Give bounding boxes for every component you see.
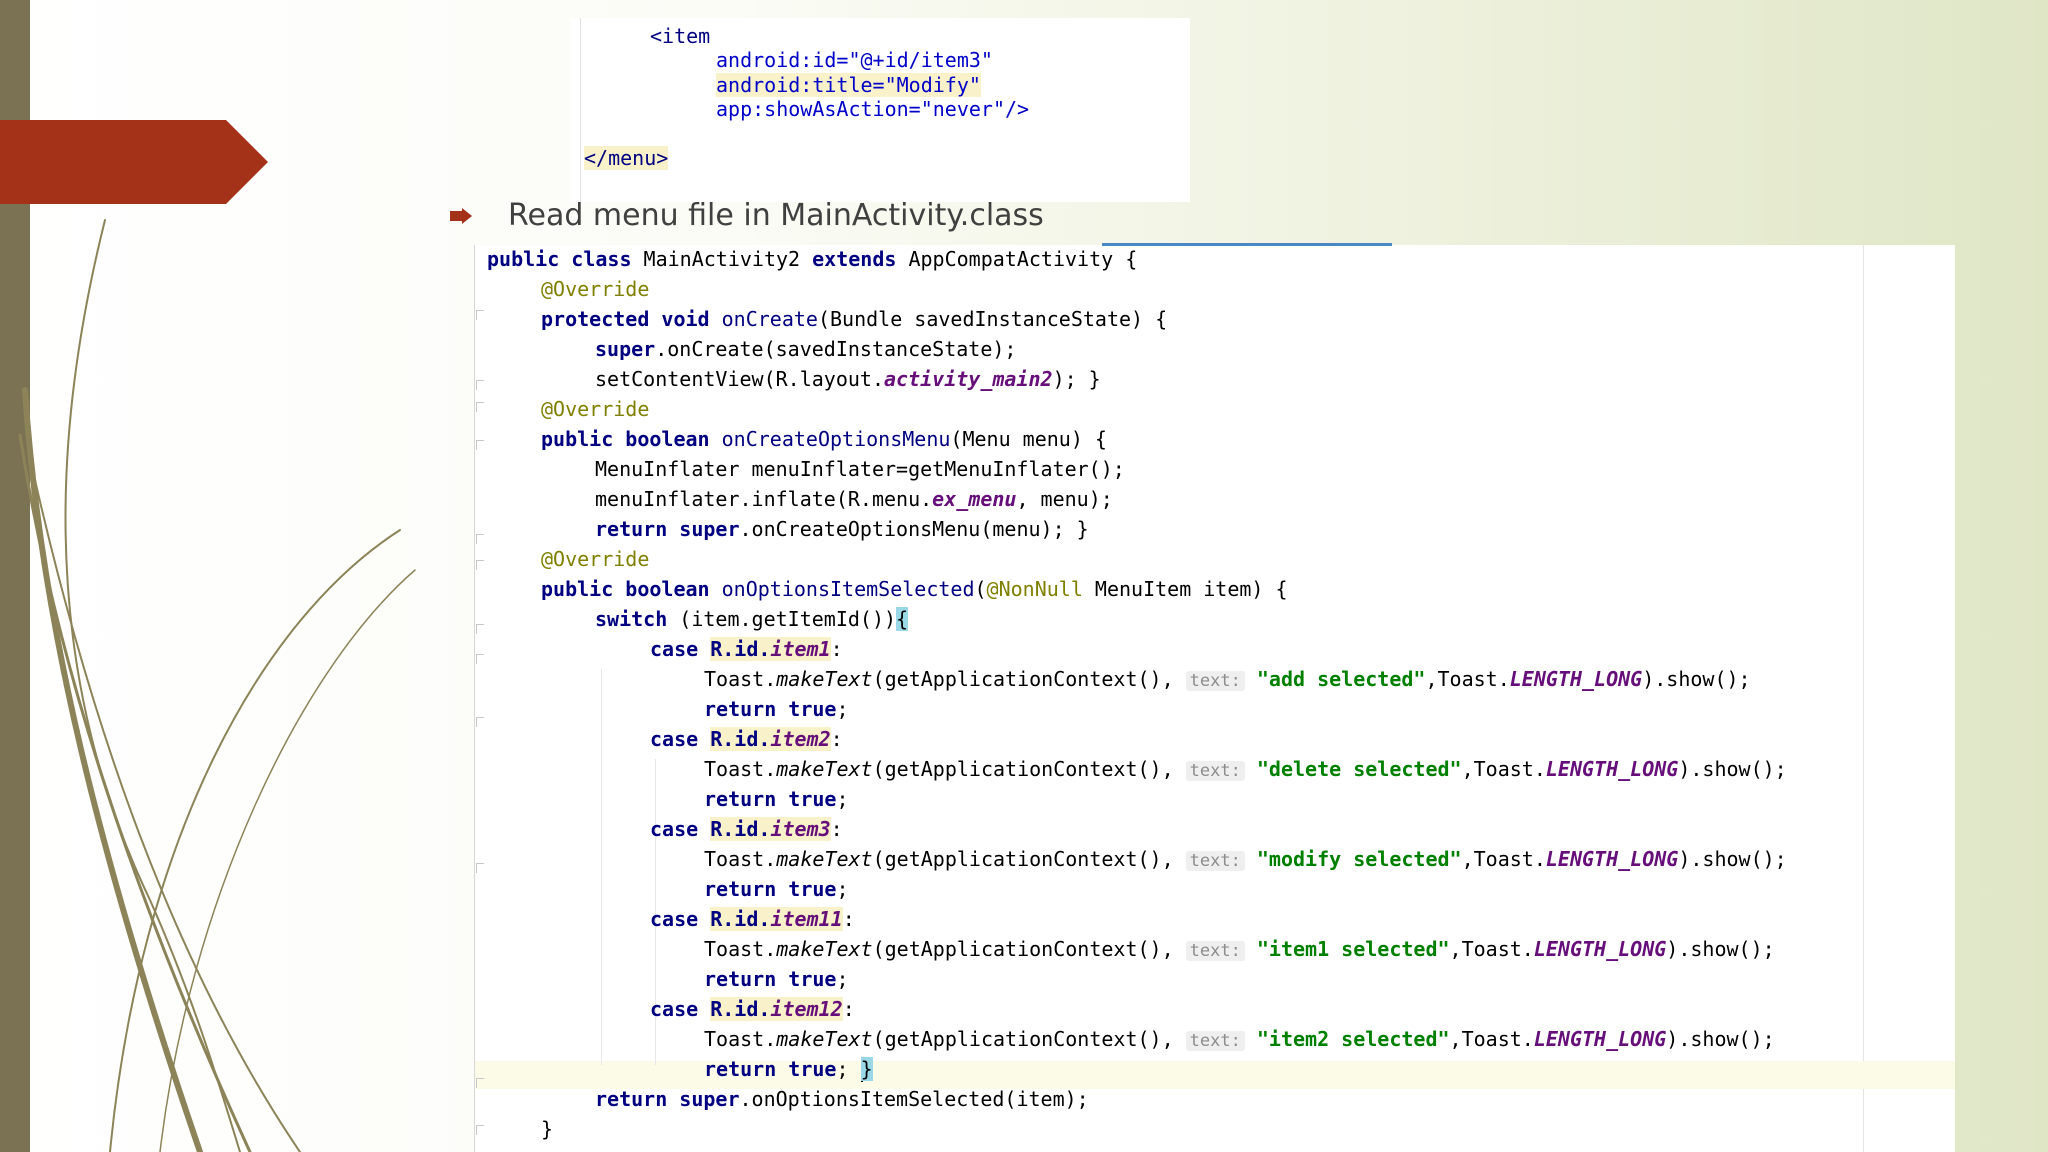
code-line: return true; }	[704, 1057, 873, 1082]
fold-marker	[476, 1125, 484, 1135]
xml-show-as-action-attribute: app:showAsAction="never"/>	[716, 97, 1030, 121]
parameter-hint: text:	[1185, 941, 1245, 961]
code-line: Toast.makeText(getApplicationContext(), …	[704, 847, 1787, 871]
fold-marker	[476, 380, 484, 390]
code-line: public boolean onOptionsItemSelected(@No…	[541, 577, 1288, 601]
code-line: return super.onCreateOptionsMenu(menu); …	[595, 517, 1089, 541]
parameter-hint: text:	[1185, 1031, 1245, 1051]
fold-marker	[476, 440, 484, 450]
code-line: return true;	[704, 967, 849, 991]
code-line: return true;	[704, 787, 849, 811]
code-line: @Override	[541, 397, 650, 421]
indent-guide	[601, 669, 602, 1065]
code-line: MenuInflater menuInflater=getMenuInflate…	[595, 457, 1125, 481]
red-arrow-banner	[0, 120, 268, 204]
xml-item-tag: <item	[650, 24, 711, 48]
fold-marker	[476, 863, 484, 873]
code-line: }	[541, 1117, 554, 1141]
snippet-gutter	[570, 18, 581, 202]
code-line: super.onCreate(savedInstanceState);	[595, 337, 1017, 361]
code-line: case R.id.item2:	[650, 727, 843, 751]
code-line: Toast.makeText(getApplicationContext(), …	[704, 1027, 1775, 1051]
code-line: protected void onCreate(Bundle savedInst…	[541, 307, 1168, 331]
code-line: switch (item.getItemId()){	[595, 607, 909, 631]
bullet-text: Read menu file in MainActivity.class	[508, 198, 1044, 233]
code-line: case R.id.item11:	[650, 907, 855, 931]
fold-marker	[476, 310, 484, 320]
parameter-hint: text:	[1185, 671, 1245, 691]
java-code-editor: public class MainActivity2 extends AppCo…	[474, 243, 1955, 1152]
xml-title-attribute: android:title="Modify"	[716, 73, 981, 97]
code-line: case R.id.item12:	[650, 997, 855, 1021]
xml-menu-close-tag: </menu>	[584, 146, 669, 170]
code-line: @Override	[541, 547, 650, 571]
fold-marker	[476, 717, 484, 727]
bullet-arrow-icon	[450, 208, 472, 224]
code-line: menuInflater.inflate(R.menu.ex_menu, men…	[595, 487, 1113, 511]
parameter-hint: text:	[1185, 851, 1245, 871]
code-line: return true;	[704, 697, 849, 721]
editor-right-margin	[1863, 245, 1864, 1152]
code-line: Toast.makeText(getApplicationContext(), …	[704, 937, 1775, 961]
parameter-hint: text:	[1185, 761, 1245, 781]
code-line: Toast.makeText(getApplicationContext(), …	[704, 757, 1787, 781]
code-line: public boolean onCreateOptionsMenu(Menu …	[541, 427, 1107, 451]
xml-id-attribute: android:id="@+id/item3"	[716, 48, 993, 72]
code-line: return super.onOptionsItemSelected(item)…	[595, 1087, 1089, 1111]
fold-marker	[476, 534, 484, 544]
fold-marker	[476, 654, 484, 664]
fold-marker	[476, 624, 484, 634]
editor-tab-indicator	[1102, 243, 1392, 246]
code-line: case R.id.item1:	[650, 637, 843, 661]
code-line: return true;	[704, 877, 849, 901]
fold-marker	[476, 402, 484, 412]
fold-marker	[476, 1078, 484, 1088]
fold-marker	[476, 560, 484, 570]
code-line: case R.id.item3:	[650, 817, 843, 841]
xml-menu-snippet: <item android:id="@+id/item3" android:ti…	[570, 18, 1190, 202]
code-line: setContentView(R.layout.activity_main2);…	[595, 367, 1101, 391]
code-line: Toast.makeText(getApplicationContext(), …	[704, 667, 1751, 691]
code-line: public class MainActivity2 extends AppCo…	[487, 247, 1138, 271]
code-line: @Override	[541, 277, 650, 301]
decorative-swirl-lines	[18, 219, 416, 1152]
